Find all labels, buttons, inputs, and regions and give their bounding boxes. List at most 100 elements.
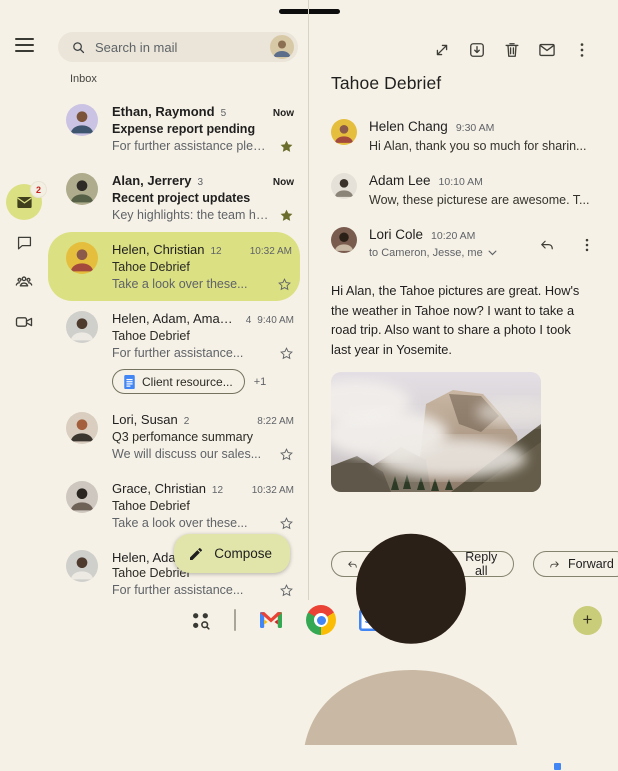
message-row-1[interactable]: Helen Chang 9:30 AM Hi Alan, thank you so…: [309, 110, 618, 164]
attachment-extra-count: +1: [254, 376, 267, 388]
message-sender: Adam Lee: [369, 173, 431, 188]
inbox-label: Inbox: [70, 73, 308, 85]
expand-icon[interactable]: [432, 40, 452, 60]
email-time: 9:40 AM: [251, 313, 294, 329]
search-input[interactable]: Search in mail: [58, 32, 298, 62]
message-row-3-expanded[interactable]: Lori Cole 10:20 AM to Cameron, Jesse, me: [309, 218, 618, 268]
recipients-line: to Cameron, Jesse, me: [369, 247, 483, 259]
thread-count: 12: [212, 483, 223, 499]
email-row-3-selected[interactable]: Helen, Christian 12 10:32 AM Tahoe Debrief…: [48, 232, 300, 301]
email-senders: Lori, Susan: [112, 412, 178, 428]
email-subject: Q3 perfomance summary: [112, 430, 294, 445]
email-time: 8:22 AM: [251, 414, 294, 430]
email-time: Now: [267, 175, 294, 191]
email-snippet: Take a look over these...: [112, 276, 269, 293]
reply-icon[interactable]: [538, 236, 556, 254]
attachment-chip[interactable]: Client resource...: [112, 369, 245, 394]
email-row-4[interactable]: Helen, Adam, Amanda49:40 AM Tahoe Debrie…: [48, 301, 308, 402]
thread-count: 3: [198, 175, 204, 191]
message-snippet: Wow, these picturese are awesome. T...: [369, 192, 596, 209]
email-time: Now: [267, 106, 294, 122]
email-senders: Helen, Christian: [112, 242, 205, 258]
search-placeholder: Search in mail: [95, 40, 261, 55]
email-snippet: For further assistance...: [112, 582, 271, 599]
email-senders: Helen, Adam, Amanda: [112, 311, 240, 327]
thread-count: 5: [221, 106, 227, 122]
email-snippet: Take a look over these...: [112, 515, 271, 532]
compose-label: Compose: [214, 546, 272, 561]
message-sender: Helen Chang: [369, 119, 448, 134]
email-time: 10:32 AM: [244, 244, 292, 260]
message-time: 10:20 AM: [431, 229, 475, 244]
star-outline-icon[interactable]: [279, 447, 294, 462]
rail-item-mail[interactable]: 2: [6, 184, 42, 220]
thread-count: 2: [184, 414, 190, 430]
taskbar: 31 +: [0, 600, 618, 640]
star-icon[interactable]: [279, 208, 294, 223]
more-vertical-icon[interactable]: [572, 40, 592, 60]
message-sender: Lori Cole: [369, 227, 423, 242]
attachment-chip-label: Client resource...: [142, 375, 233, 389]
search-icon: [71, 40, 86, 55]
chevron-down-icon: [488, 250, 497, 256]
unread-badge: 2: [31, 182, 46, 197]
avatar: [331, 173, 357, 199]
avatar: [331, 119, 357, 145]
compose-button[interactable]: Compose: [174, 534, 290, 573]
avatar: [66, 104, 98, 136]
email-snippet: For further assistance please...: [112, 138, 271, 155]
forward-label: Forward: [568, 557, 614, 571]
message-time: 10:10 AM: [439, 175, 483, 190]
thread-title: Tahoe Debrief: [331, 73, 618, 94]
email-row-1[interactable]: Ethan, Raymond 5 Now Expense report pendin…: [48, 94, 308, 163]
star-outline-icon[interactable]: [279, 346, 294, 361]
avatar: [66, 412, 98, 444]
email-row-2[interactable]: Alan, Jerrery 3 Now Recent project updates…: [48, 163, 308, 232]
taskbar-divider: [234, 609, 236, 631]
delete-icon[interactable]: [502, 40, 522, 60]
presence-dot: [553, 762, 562, 771]
videocam-icon: [14, 312, 34, 332]
more-vertical-icon[interactable]: [578, 236, 596, 254]
recipients-toggle[interactable]: to Cameron, Jesse, me: [369, 247, 526, 259]
taskbar-profile-avatar[interactable]: [261, 470, 561, 770]
profile-avatar[interactable]: [270, 35, 294, 59]
chat-icon: [15, 233, 34, 252]
message-row-2[interactable]: Adam Lee 10:10 AM Wow, these picturese ar…: [309, 164, 618, 218]
menu-icon[interactable]: [15, 38, 34, 52]
docs-icon: [124, 375, 135, 389]
email-senders: Grace, Christian: [112, 481, 206, 497]
avatar: [66, 550, 98, 582]
rail-item-meet[interactable]: [6, 304, 42, 340]
thread-count: 12: [211, 244, 222, 260]
mark-unread-icon[interactable]: [537, 40, 557, 60]
app-grid-search-icon[interactable]: [190, 610, 211, 631]
message-snippet: Hi Alan, thank you so much for sharin...: [369, 138, 596, 155]
message-body: Hi Alan, the Tahoe pictures are great. H…: [331, 281, 594, 359]
plus-button[interactable]: +: [573, 606, 602, 635]
email-snippet: Key highlights: the team has a...: [112, 207, 271, 224]
avatar: [331, 227, 357, 253]
mail-icon: [15, 193, 34, 212]
email-row-5[interactable]: Lori, Susan 2 8:22 AM Q3 perfomance summar…: [48, 402, 308, 471]
star-icon[interactable]: [279, 139, 294, 154]
nav-rail: 2: [0, 0, 48, 600]
rail-item-spaces[interactable]: [6, 264, 42, 300]
email-subject: Recent project updates: [112, 191, 294, 206]
email-subject: Tahoe Debrief: [112, 329, 294, 344]
star-outline-icon[interactable]: [277, 277, 292, 292]
archive-icon[interactable]: [467, 40, 487, 60]
email-senders: Alan, Jerrery: [112, 173, 192, 189]
spaces-icon: [14, 272, 34, 292]
email-snippet: We will discuss our sales...: [112, 446, 271, 463]
email-subject: Expense report pending: [112, 122, 294, 137]
email-subject: Tahoe Debrief: [112, 260, 292, 275]
avatar: [66, 242, 98, 274]
rail-item-chat[interactable]: [6, 224, 42, 260]
email-snippet: For further assistance...: [112, 345, 271, 362]
avatar: [66, 481, 98, 513]
avatar: [66, 311, 98, 343]
message-time: 9:30 AM: [456, 121, 495, 136]
avatar: [66, 173, 98, 205]
email-senders: Ethan, Raymond: [112, 104, 215, 120]
